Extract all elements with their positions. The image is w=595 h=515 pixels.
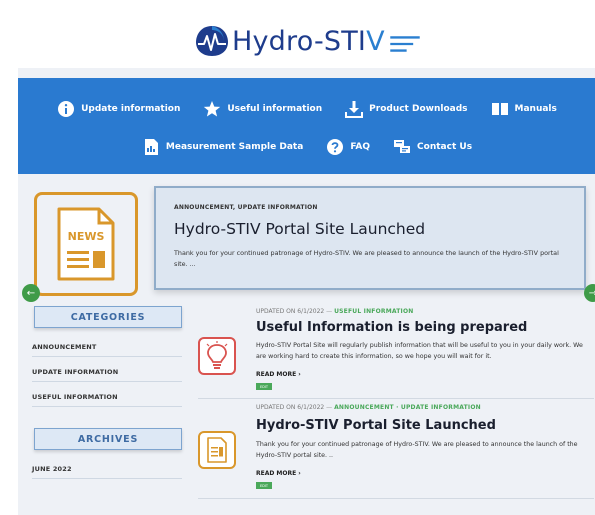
post-categories[interactable]: USEFUL INFORMATION <box>334 308 413 315</box>
archive-link-june-2022[interactable]: JUNE 2022 <box>32 465 72 473</box>
nav-manuals-label: Manuals <box>514 104 557 114</box>
post-divider <box>198 398 594 399</box>
categories-heading: CATEGORIES <box>34 306 182 328</box>
site-header: Hydro-STIV <box>18 10 595 68</box>
post-meta-separator: — <box>326 308 333 315</box>
nav-update-information-label: Update information <box>81 104 181 114</box>
info-icon <box>56 100 76 118</box>
nav-measurement-sample-data[interactable]: Measurement Sample Data <box>141 138 303 156</box>
post-meta-separator: — <box>326 404 333 411</box>
page-frame: Hydro-STIV Update information Useful inf… <box>18 10 595 515</box>
logo-text: Hydro-STIV <box>232 26 385 57</box>
nav-contact-us-label: Contact Us <box>417 142 473 152</box>
category-divider <box>32 406 182 407</box>
post-title[interactable]: Useful Information is being prepared <box>256 320 527 335</box>
read-more-link[interactable]: READ MORE › <box>256 470 301 477</box>
nav-useful-information-label: Useful information <box>227 104 323 114</box>
nav-faq-label: FAQ <box>350 142 371 152</box>
news-icon: NEWS <box>57 207 115 281</box>
main-nav: Update information Useful information Pr… <box>18 78 595 174</box>
post-date: UPDATED ON 6/1/2022 <box>256 308 325 315</box>
question-icon <box>325 138 345 156</box>
lightbulb-icon <box>206 341 228 369</box>
archives-heading: ARCHIVES <box>34 428 182 450</box>
book-icon <box>490 100 510 118</box>
post-tag[interactable]: EDIT <box>256 383 272 390</box>
logo-text-main: Hydro-STI <box>232 25 367 57</box>
featured-post-excerpt: Thank you for your continued patronage o… <box>174 249 559 268</box>
category-link-useful-information[interactable]: USEFUL INFORMATION <box>32 393 118 401</box>
category-divider <box>32 381 182 382</box>
post-excerpt: Thank you for your continued patronage o… <box>256 441 578 459</box>
post-date: UPDATED ON 6/1/2022 <box>256 404 325 411</box>
star-icon <box>202 100 222 118</box>
post-meta: UPDATED ON 6/1/2022 — ANNOUNCEMENT · UPD… <box>256 404 481 411</box>
category-divider <box>32 356 182 357</box>
nav-manuals[interactable]: Manuals <box>490 100 557 118</box>
post-lightbulb-icon-box[interactable] <box>198 337 236 375</box>
arrow-right-icon: → <box>588 287 595 299</box>
read-more-link[interactable]: READ MORE › <box>256 371 301 378</box>
news-small-icon <box>207 437 227 463</box>
logo-wave-lines-icon <box>390 36 420 52</box>
carousel-prev-button[interactable]: ← <box>22 284 40 302</box>
nav-contact-us[interactable]: Contact Us <box>392 138 472 156</box>
site-logo[interactable]: Hydro-STIV <box>194 24 423 58</box>
nav-faq[interactable]: FAQ <box>325 138 370 156</box>
category-link-update-information[interactable]: UPDATE INFORMATION <box>32 368 118 376</box>
nav-measurement-sample-data-label: Measurement Sample Data <box>165 142 304 152</box>
news-icon-label: NEWS <box>68 230 105 243</box>
data-file-icon <box>141 138 161 156</box>
featured-news-icon-box[interactable]: NEWS <box>34 192 138 296</box>
category-link-announcement[interactable]: ANNOUNCEMENT <box>32 343 97 351</box>
nav-product-downloads-label: Product Downloads <box>369 104 468 114</box>
post-tag[interactable]: EDIT <box>256 482 272 489</box>
nav-product-downloads[interactable]: Product Downloads <box>344 100 468 118</box>
download-icon <box>344 100 364 118</box>
logo-mark-icon <box>196 26 228 56</box>
nav-row-secondary: Measurement Sample Data FAQ Contact Us <box>18 138 595 156</box>
post-categories[interactable]: ANNOUNCEMENT · UPDATE INFORMATION <box>334 404 481 411</box>
carousel-next-button[interactable]: → <box>584 284 595 302</box>
featured-post-title[interactable]: Hydro-STIV Portal Site Launched <box>174 220 425 238</box>
post-title[interactable]: Hydro-STIV Portal Site Launched <box>256 418 496 433</box>
post-divider <box>198 498 594 499</box>
featured-post-card[interactable]: ANNOUNCEMENT, UPDATE INFORMATION Hydro-S… <box>154 186 586 290</box>
nav-update-information[interactable]: Update information <box>56 100 180 118</box>
post-excerpt: Hydro-STIV Portal Site will regularly pu… <box>256 342 583 360</box>
archive-divider <box>32 478 182 479</box>
post-news-icon-box[interactable] <box>198 431 236 469</box>
nav-useful-information[interactable]: Useful information <box>202 100 322 118</box>
post-meta: UPDATED ON 6/1/2022 — USEFUL INFORMATION <box>256 308 414 315</box>
logo-text-v: V <box>366 25 385 57</box>
featured-post-categories[interactable]: ANNOUNCEMENT, UPDATE INFORMATION <box>174 204 318 211</box>
nav-row-primary: Update information Useful information Pr… <box>18 100 595 118</box>
arrow-left-icon: ← <box>26 287 36 299</box>
contact-icon <box>392 138 412 156</box>
